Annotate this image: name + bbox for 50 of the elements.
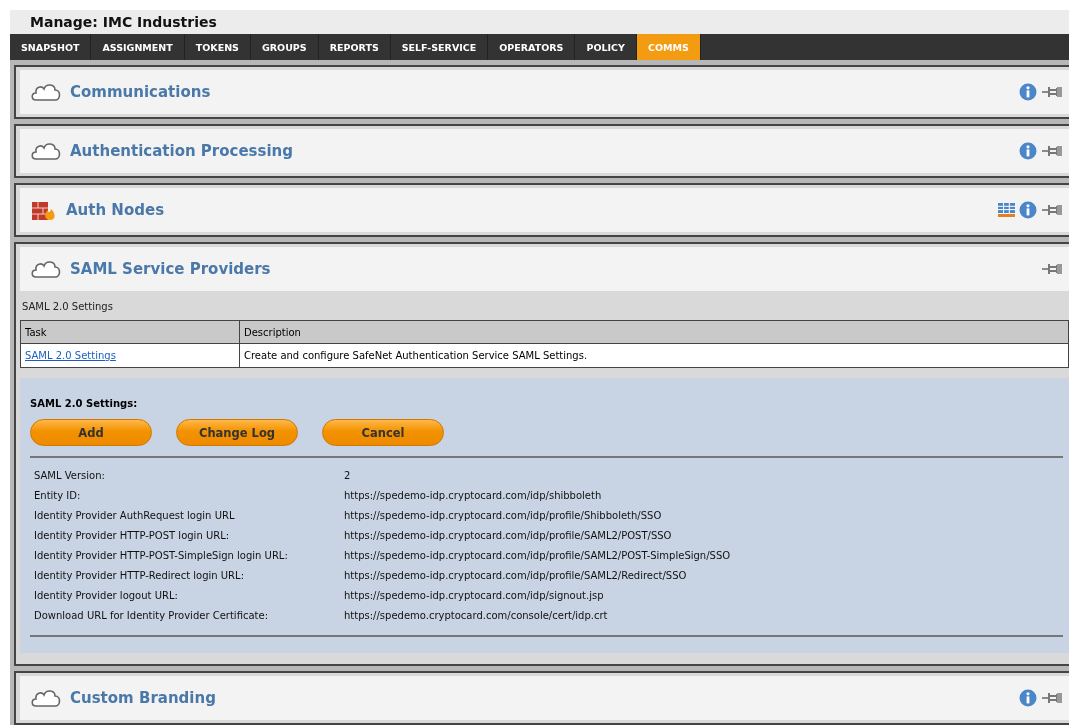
grid-view-icon[interactable]: [998, 203, 1015, 217]
field-value: https://spedemo-idp.cryptocard.com/idp/profile/SAML2/POST/SSO: [344, 530, 673, 541]
field-value: https://spedemo-idp.cryptocard.com/idp/profile/SAML2/Redirect/SSO: [344, 570, 688, 581]
field-value: https://spedemo-idp.cryptocard.com/idp/profile/Shibboleth/SSO: [344, 510, 663, 521]
info-icon[interactable]: [1019, 142, 1037, 160]
pin-icon[interactable]: [1041, 691, 1063, 705]
panel-title: Custom Branding: [70, 689, 217, 707]
cloud-icon: [30, 258, 62, 280]
action-button[interactable]: Cancel: [322, 419, 444, 446]
pin-icon[interactable]: [1041, 85, 1063, 99]
pin-icon[interactable]: [1041, 262, 1063, 276]
info-icon[interactable]: [1019, 83, 1037, 101]
panel-header[interactable]: Auth Nodes: [20, 188, 1069, 232]
field-value: https://spedemo-idp.cryptocard.com/idp/shibboleth: [344, 490, 603, 501]
panel-header[interactable]: SAML Service Providers: [20, 247, 1069, 291]
field-value: https://spedemo.cryptocard.com/console/cert/idp.crt: [344, 610, 609, 621]
settings-title: SAML 2.0 Settings:: [30, 398, 139, 409]
info-icon[interactable]: [1019, 201, 1037, 219]
cloud-icon: [30, 687, 62, 709]
field-value: https://spedemo-idp.cryptocard.com/idp/signout.jsp: [344, 590, 605, 601]
panel-title: Auth Nodes: [66, 201, 166, 219]
field-label: Identity Provider AuthRequest login URL: [34, 510, 236, 521]
action-button[interactable]: Change Log: [176, 419, 298, 446]
column-header: Task: [20, 320, 240, 344]
panel-header[interactable]: Custom Branding: [20, 676, 1069, 720]
pin-icon[interactable]: [1041, 144, 1063, 158]
cloud-icon: [30, 81, 62, 103]
column-header: Description: [239, 320, 1069, 344]
panel-header[interactable]: Authentication Processing: [20, 129, 1069, 173]
field-label: Identity Provider HTTP-Redirect login URL:: [34, 570, 245, 581]
task-link[interactable]: SAML 2.0 Settings: [25, 350, 116, 361]
panel-title: SAML Service Providers: [70, 260, 272, 278]
cloud-icon: [30, 140, 62, 162]
page-title: Manage: IMC Industries: [10, 10, 1069, 34]
info-icon[interactable]: [1019, 689, 1037, 707]
panel-header[interactable]: Communications: [20, 70, 1069, 114]
field-label: SAML Version:: [34, 470, 106, 481]
field-label: Identity Provider logout URL:: [34, 590, 179, 601]
field-label: Identity Provider HTTP-POST-SimpleSign login URL:: [34, 550, 289, 561]
field-label: Identity Provider HTTP-POST login URL:: [34, 530, 231, 541]
pin-icon[interactable]: [1041, 203, 1063, 217]
section-subtitle: SAML 2.0 Settings: [21, 300, 114, 314]
action-button[interactable]: Add: [30, 419, 152, 446]
field-value: https://spedemo-idp.cryptocard.com/idp/profile/SAML2/POST-SimpleSign/SSO: [344, 550, 732, 561]
panel-title: Communications: [70, 83, 212, 101]
field-label: Download URL for Identity Provider Certificate:: [34, 610, 269, 621]
table-cell: Create and configure SafeNet Authentication Service SAML Settings.: [239, 343, 1069, 368]
field-value: 2: [344, 470, 352, 481]
panel-title: Authentication Processing: [70, 142, 294, 160]
field-label: Entity ID:: [34, 490, 82, 501]
